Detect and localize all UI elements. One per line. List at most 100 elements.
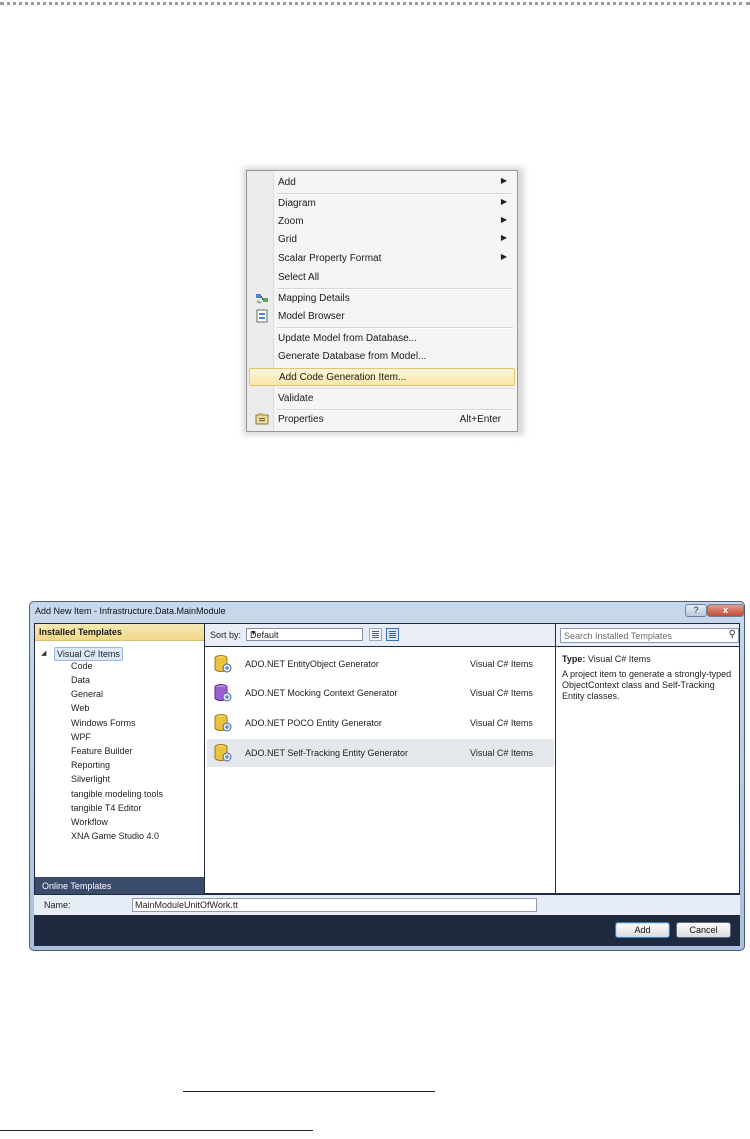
menu-item-label: Grid — [278, 234, 297, 245]
menu-item-label: Validate — [278, 393, 314, 404]
template-yellow-icon — [213, 654, 233, 674]
tree-item[interactable]: Windows Forms — [71, 718, 136, 732]
tree-item[interactable]: Web — [71, 703, 89, 717]
template-name: ADO.NET Mocking Context Generator — [245, 688, 398, 698]
menu-item-update-model-from-database[interactable]: Update Model from Database... — [249, 330, 515, 348]
installed-templates-header[interactable]: Installed Templates — [35, 624, 204, 641]
medium-icons-view-button[interactable] — [386, 628, 399, 641]
submenu-arrow-icon: ▶ — [500, 176, 507, 185]
menu-item-properties[interactable]: Properties Alt+Enter — [249, 411, 515, 429]
online-templates-label: Online Templates — [42, 881, 112, 891]
cancel-button[interactable]: Cancel — [676, 922, 731, 938]
menu-item-add-code-generation-item[interactable]: Add Code Generation Item... — [249, 368, 515, 386]
type-label: Type: — [562, 654, 586, 664]
name-field-value: MainModuleUnitOfWork.tt — [135, 900, 238, 910]
sort-by-select[interactable]: Default ▼ — [246, 628, 363, 641]
page-dotted-rule — [0, 2, 750, 5]
menu-item-scalar-property-format[interactable]: Scalar Property Format ▶ — [249, 250, 515, 268]
tree-item[interactable]: Code — [71, 661, 93, 675]
list-view-icon — [372, 631, 379, 632]
tree-item[interactable]: WPF — [71, 732, 91, 746]
small-icons-view-button[interactable] — [369, 628, 382, 641]
search-input[interactable]: Search Installed Templates ⚲ — [560, 628, 739, 643]
tree-item[interactable]: tangible modeling tools — [71, 789, 163, 803]
close-icon: x — [722, 605, 728, 615]
menu-item-label: Zoom — [278, 216, 304, 227]
tree-item[interactable]: Silverlight — [71, 774, 110, 788]
dialog-title: Add New Item - Infrastructure.Data.MainM… — [35, 606, 226, 616]
chevron-down-icon: ▼ — [250, 630, 257, 637]
type-value: Visual C# Items — [587, 654, 651, 664]
tree-item[interactable]: Reporting — [71, 760, 110, 774]
template-category: Visual C# Items — [470, 688, 533, 698]
menu-item-model-browser[interactable]: Model Browser — [249, 308, 515, 326]
menu-item-label: Select All — [278, 272, 320, 283]
template-name: ADO.NET Self-Tracking Entity Generator — [245, 748, 409, 758]
expand-triangle-icon[interactable]: ◢ — [41, 649, 46, 657]
menu-item-label: Diagram — [278, 198, 316, 209]
menu-item-label: Generate Database from Model... — [278, 351, 427, 362]
help-icon: ? — [693, 605, 699, 615]
tree-item-label: Visual C# Items — [54, 647, 123, 661]
menu-item-label: Scalar Property Format — [278, 253, 382, 264]
add-new-item-dialog: Add New Item - Infrastructure.Data.MainM… — [29, 601, 745, 951]
menu-item-generate-database-from-model[interactable]: Generate Database from Model... — [249, 348, 515, 366]
submenu-arrow-icon: ▶ — [500, 252, 507, 261]
template-purple-icon — [213, 683, 233, 703]
submenu-arrow-icon: ▶ — [500, 215, 507, 224]
templates-toolbar: Sort by: Default ▼ — [205, 624, 555, 646]
template-type: Type: Visual C# Items — [562, 654, 651, 664]
templates-list: ADO.NET EntityObject Generator Visual C#… — [205, 647, 555, 893]
menu-item-zoom[interactable]: Zoom ▶ — [249, 213, 515, 231]
menu-item-shortcut: Alt+Enter — [459, 414, 501, 425]
mapping-details-icon — [255, 291, 269, 305]
search-icon[interactable]: ⚲ — [729, 629, 736, 640]
context-menu: Add ▶ Diagram ▶ Zoom ▶ Grid ▶ Scalar Pro… — [246, 170, 518, 432]
menu-item-label: Properties — [278, 414, 324, 425]
add-button[interactable]: Add — [615, 922, 670, 938]
menu-item-label: Add — [278, 177, 296, 188]
menu-item-select-all[interactable]: Select All — [249, 269, 515, 287]
submenu-arrow-icon: ▶ — [500, 233, 507, 242]
close-button[interactable]: x — [707, 604, 744, 617]
template-details-pane: Type: Visual C# Items A project item to … — [556, 647, 739, 893]
menu-item-mapping-details[interactable]: Mapping Details — [249, 290, 515, 308]
template-item[interactable]: ADO.NET EntityObject Generator Visual C#… — [207, 650, 554, 678]
tree-item[interactable]: General — [71, 689, 103, 703]
tree-item[interactable]: XNA Game Studio 4.0 — [71, 831, 159, 845]
menu-item-validate[interactable]: Validate — [249, 390, 515, 408]
template-item-selected[interactable]: ADO.NET Self-Tracking Entity Generator V… — [207, 739, 554, 767]
tree-item[interactable]: Data — [71, 675, 90, 689]
name-field[interactable]: MainModuleUnitOfWork.tt — [132, 898, 537, 912]
tree-item[interactable]: Workflow — [71, 817, 108, 831]
details-view-icon — [389, 631, 396, 632]
online-templates-header[interactable]: Online Templates — [35, 877, 204, 894]
template-description: A project item to generate a strongly-ty… — [562, 669, 732, 701]
template-name: ADO.NET POCO Entity Generator — [245, 718, 382, 728]
template-category: Visual C# Items — [470, 718, 533, 728]
submenu-arrow-icon: ▶ — [500, 197, 507, 206]
template-yellow-icon — [213, 743, 233, 763]
tree-item[interactable]: tangible T4 Editor — [71, 803, 141, 817]
template-item[interactable]: ADO.NET POCO Entity Generator Visual C# … — [207, 709, 554, 737]
menu-separator — [277, 327, 513, 329]
menu-item-grid[interactable]: Grid ▶ — [249, 231, 515, 249]
footnote-rule — [0, 1130, 313, 1131]
menu-item-label: Update Model from Database... — [278, 333, 417, 344]
sort-by-label: Sort by: — [210, 630, 242, 640]
menu-item-add[interactable]: Add ▶ — [249, 174, 515, 192]
name-row: Name: MainModuleUnitOfWork.tt — [34, 895, 740, 915]
menu-item-label: Mapping Details — [278, 293, 350, 304]
model-browser-icon — [255, 309, 269, 323]
template-yellow-icon — [213, 713, 233, 733]
menu-item-label: Add Code Generation Item... — [279, 372, 407, 383]
underline-rule — [183, 1091, 435, 1092]
template-name: ADO.NET EntityObject Generator — [245, 659, 379, 669]
tree-item[interactable]: Feature Builder — [71, 746, 133, 760]
search-placeholder: Search Installed Templates — [564, 631, 672, 641]
help-button[interactable]: ? — [685, 604, 707, 617]
template-item[interactable]: ADO.NET Mocking Context Generator Visual… — [207, 679, 554, 707]
menu-item-diagram[interactable]: Diagram ▶ — [249, 195, 515, 213]
template-category: Visual C# Items — [470, 748, 533, 758]
installed-templates-pane: Installed Templates ◢ Visual C# Items Co… — [35, 624, 204, 894]
